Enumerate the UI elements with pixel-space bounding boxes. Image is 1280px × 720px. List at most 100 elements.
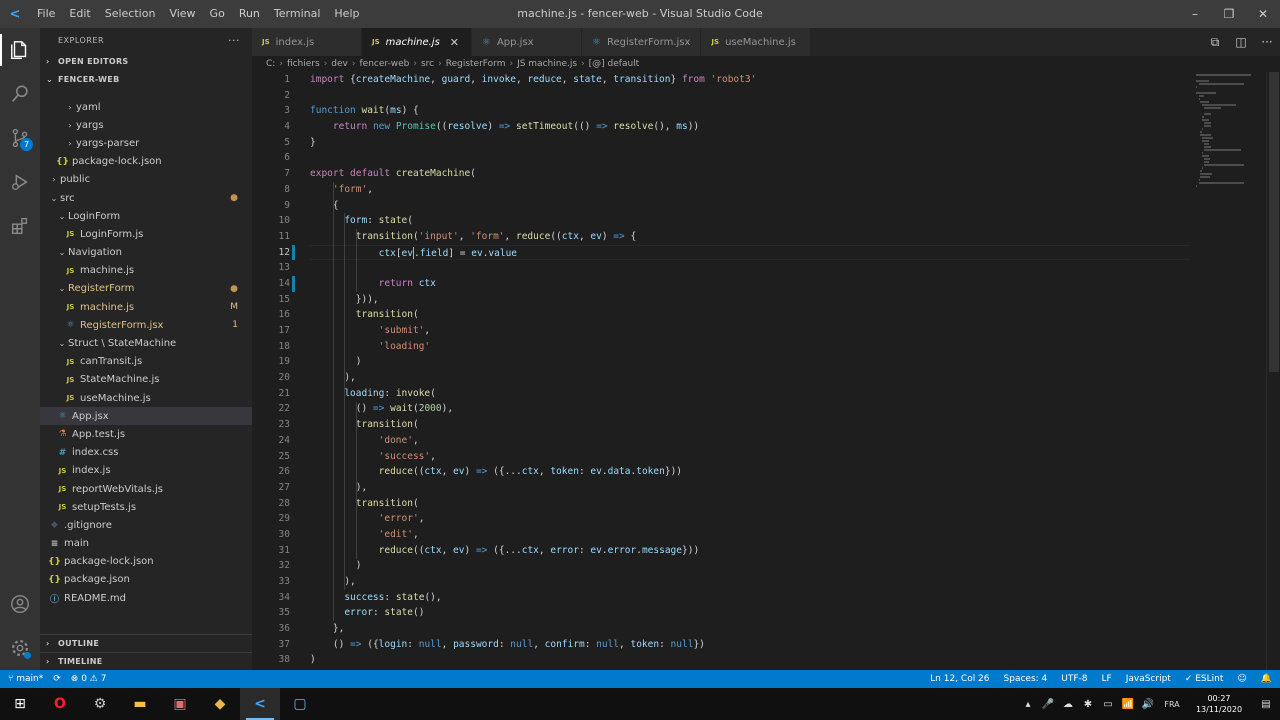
taskbar-git-kraken-icon[interactable]: ◆	[200, 688, 240, 720]
folder-row[interactable]: › yargs-parser	[40, 134, 252, 152]
folder-row[interactable]: ⌄ LoginForm	[40, 207, 252, 225]
vertical-scrollbar[interactable]	[1266, 72, 1280, 670]
file-row[interactable]: ⓘ README.md	[40, 589, 252, 607]
breadcrumb-item[interactable]: fencer-web	[359, 59, 409, 69]
timeline-section[interactable]: › TIMELINE	[40, 652, 252, 670]
file-row[interactable]: # index.css	[40, 444, 252, 462]
tab-machine-js[interactable]: JS machine.js ✕	[362, 28, 472, 56]
eol-status[interactable]: LF	[1102, 674, 1112, 684]
tab-usemachine-js[interactable]: JS useMachine.js	[701, 28, 812, 56]
taskbar-explorer-icon[interactable]: ▬	[120, 688, 160, 720]
run-debug-icon[interactable]	[0, 160, 40, 204]
breadcrumb-item[interactable]: RegisterForm	[446, 59, 506, 69]
file-row[interactable]: {} package.json	[40, 571, 252, 589]
tab-app-jsx[interactable]: ⚛ App.jsx	[472, 28, 582, 56]
file-row[interactable]: JS machine.js	[40, 262, 252, 280]
tab-registerform-jsx[interactable]: ⚛ RegisterForm.jsx	[582, 28, 702, 56]
folder-row[interactable]: › yaml	[40, 98, 252, 116]
file-row[interactable]: ⚛ RegisterForm.jsx 1	[40, 316, 252, 334]
indentation-status[interactable]: Spaces: 4	[1004, 674, 1048, 684]
volume-icon[interactable]: 🔊	[1140, 699, 1156, 710]
breadcrumb-item[interactable]: src	[421, 59, 434, 69]
network-icon[interactable]: 📶	[1120, 699, 1136, 710]
bluetooth-icon[interactable]: ✱	[1080, 699, 1096, 710]
file-row[interactable]: JS setupTests.js	[40, 498, 252, 516]
file-row[interactable]: JS LoginForm.js	[40, 225, 252, 243]
folder-row[interactable]: › public	[40, 171, 252, 189]
folder-row[interactable]: ⌄ RegisterForm ●	[40, 280, 252, 298]
clock[interactable]: 00:27 13/11/2020	[1186, 693, 1252, 715]
file-row[interactable]: {} package-lock.json	[40, 153, 252, 171]
breadcrumb-item[interactable]: fichiers	[287, 59, 320, 69]
breadcrumb-item[interactable]: [@] default	[589, 59, 640, 69]
extensions-icon[interactable]	[0, 204, 40, 248]
more-actions-icon[interactable]: ···	[1254, 35, 1280, 49]
cursor-position-status[interactable]: Ln 12, Col 26	[930, 674, 989, 684]
language-mode-status[interactable]: JavaScript	[1126, 674, 1171, 684]
battery-icon[interactable]: ▭	[1100, 699, 1116, 710]
minimize-icon[interactable]: –	[1178, 0, 1212, 28]
problems-status[interactable]: ⊗ 0 ⚠ 7	[71, 674, 107, 684]
close-tab-icon[interactable]: ✕	[450, 36, 459, 49]
file-row[interactable]: JS StateMachine.js	[40, 371, 252, 389]
folder-row[interactable]: ⌄ Navigation	[40, 244, 252, 262]
code-area[interactable]: import {createMachine, guard, invoke, re…	[310, 72, 1190, 670]
file-row[interactable]: JS reportWebVitals.js	[40, 480, 252, 498]
menu-help[interactable]: Help	[327, 0, 366, 28]
breadcrumb-item[interactable]: JS machine.js	[517, 59, 577, 69]
notification-center-icon[interactable]: ▤	[1254, 699, 1278, 710]
menu-run[interactable]: Run	[232, 0, 267, 28]
menu-go[interactable]: Go	[203, 0, 232, 28]
cloud-icon[interactable]: ☁	[1060, 699, 1076, 710]
breadcrumb-item[interactable]: C:	[266, 59, 275, 69]
taskbar-settings-icon[interactable]: ⚙	[80, 688, 120, 720]
folder-row[interactable]: ⌄ src ●	[40, 189, 252, 207]
accounts-icon[interactable]	[0, 582, 40, 626]
notifications-bell-icon[interactable]: 🔔	[1261, 674, 1272, 684]
open-changes-icon[interactable]: ⧉	[1202, 35, 1228, 50]
taskbar-opera-icon[interactable]: O	[40, 688, 80, 720]
eslint-status[interactable]: ✓ ESLint	[1185, 674, 1224, 684]
open-editors-section[interactable]: › OPEN EDITORS	[40, 52, 252, 70]
git-branch-status[interactable]: ⑂ main*	[8, 674, 43, 684]
taskbar-window-app-icon[interactable]: ▢	[280, 688, 320, 720]
folder-row[interactable]: › yargs	[40, 116, 252, 134]
microphone-icon[interactable]: 🎤	[1040, 699, 1056, 710]
file-row[interactable]: JS machine.js M	[40, 298, 252, 316]
source-control-icon[interactable]: 7	[0, 116, 40, 160]
breadcrumb-item[interactable]: dev	[331, 59, 348, 69]
show-hidden-icons[interactable]: ▴	[1020, 699, 1036, 710]
project-root-section[interactable]: ⌄ FENCER-WEB	[40, 70, 252, 88]
scrollbar-thumb[interactable]	[1269, 72, 1279, 372]
menu-file[interactable]: File	[30, 0, 62, 28]
menu-selection[interactable]: Selection	[98, 0, 163, 28]
minimap[interactable]	[1196, 72, 1266, 670]
split-editor-icon[interactable]: ◫	[1228, 35, 1254, 49]
taskbar-photos-icon[interactable]: ▣	[160, 688, 200, 720]
file-row[interactable]: ⚛ App.jsx	[40, 407, 252, 426]
file-row[interactable]: ⚗ App.test.js	[40, 425, 252, 443]
folder-row[interactable]: ⌄ Struct \ StateMachine	[40, 334, 252, 352]
file-row[interactable]: {} package-lock.json	[40, 553, 252, 571]
menu-view[interactable]: View	[162, 0, 202, 28]
file-row[interactable]: JS canTransit.js	[40, 353, 252, 371]
feedback-icon[interactable]: ☺	[1237, 674, 1246, 684]
file-row[interactable]: JS useMachine.js	[40, 389, 252, 407]
close-icon[interactable]: ✕	[1246, 0, 1280, 28]
search-icon[interactable]	[0, 72, 40, 116]
restore-icon[interactable]: ❐	[1212, 0, 1246, 28]
sync-icon[interactable]: ⟳	[53, 674, 61, 684]
taskbar-vscode-icon[interactable]: <	[240, 688, 280, 720]
tab-index-js[interactable]: JS index.js	[252, 28, 362, 56]
menu-terminal[interactable]: Terminal	[267, 0, 328, 28]
manage-gear-icon[interactable]	[0, 626, 40, 670]
file-row[interactable]: ≡ main	[40, 535, 252, 553]
taskbar-start-icon[interactable]: ⊞	[0, 688, 40, 720]
explorer-more-button[interactable]: ···	[228, 34, 240, 47]
outline-section[interactable]: › OUTLINE	[40, 634, 252, 652]
file-row[interactable]: JS index.js	[40, 462, 252, 480]
code-editor[interactable]: 1 2 3 4 5 6 7 8 9 10 11 12 13 14 15 16 17 18 19 20 21 22 23 24 2…	[252, 72, 1280, 670]
explorer-icon[interactable]	[0, 28, 40, 72]
menu-edit[interactable]: Edit	[62, 0, 97, 28]
file-row[interactable]: ◆ .gitignore	[40, 516, 252, 534]
